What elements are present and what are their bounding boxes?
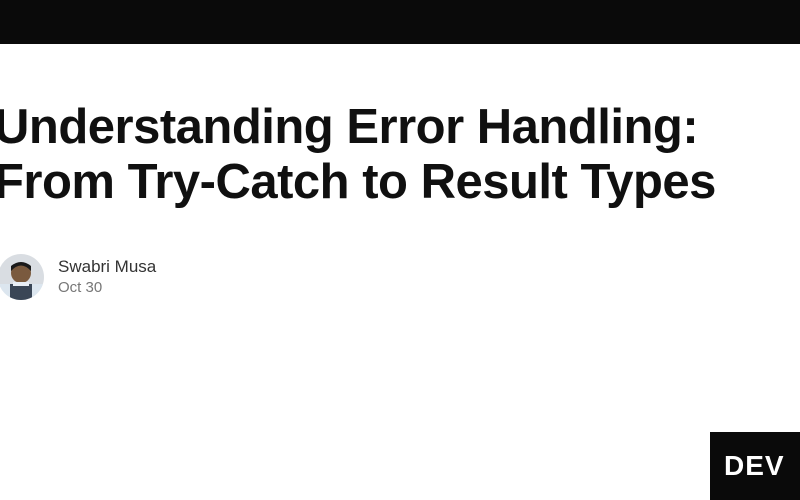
article-header: Understanding Error Handling: From Try-C…	[0, 44, 800, 300]
byline: Swabri Musa Oct 30	[0, 254, 800, 300]
avatar-image	[0, 254, 44, 300]
dev-badge-label: DEV	[724, 450, 785, 482]
publish-date: Oct 30	[58, 279, 156, 296]
author-name[interactable]: Swabri Musa	[58, 257, 156, 277]
top-bar	[0, 0, 800, 44]
author-meta: Swabri Musa Oct 30	[58, 257, 156, 296]
author-avatar[interactable]	[0, 254, 44, 300]
dev-badge[interactable]: DEV	[710, 432, 800, 500]
article-title: Understanding Error Handling: From Try-C…	[0, 100, 800, 210]
